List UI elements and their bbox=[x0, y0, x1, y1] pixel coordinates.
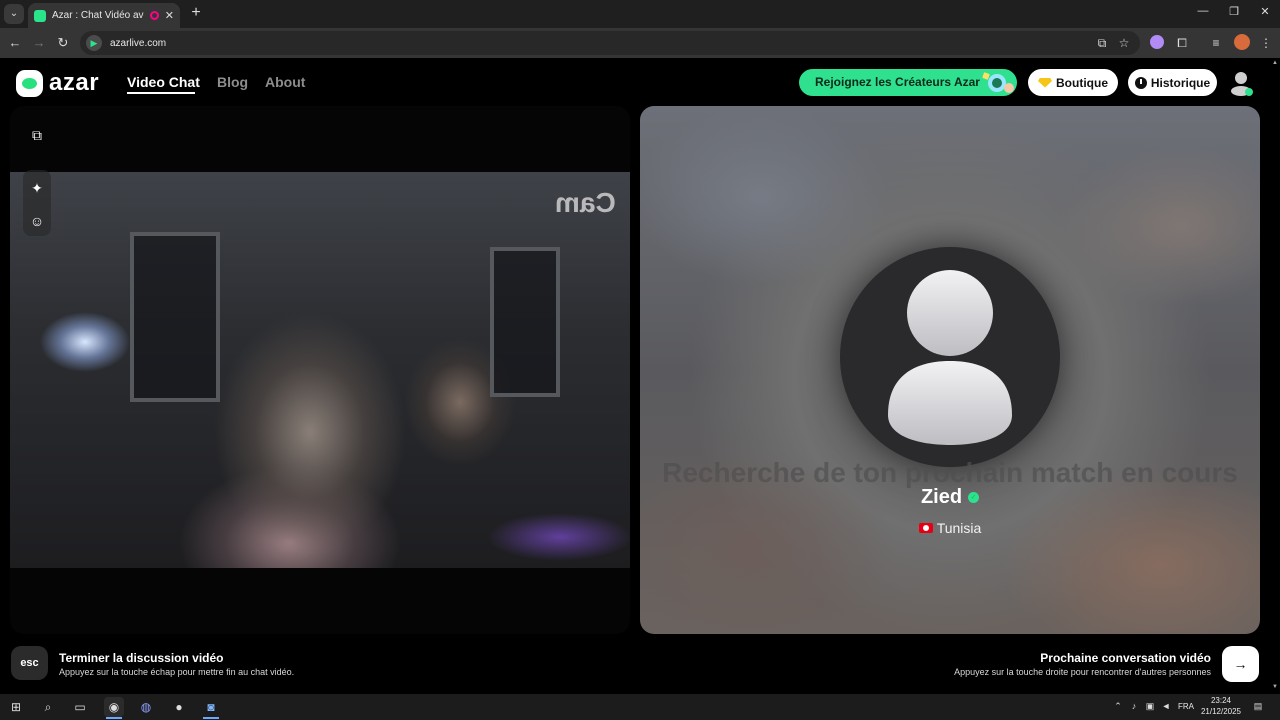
browser-toolbar: ← → ↻ ▶ azarlive.com ⧉ ☆ ⧠ ≡ ⋮ bbox=[0, 28, 1280, 58]
face-filter-icon[interactable]: ☺ bbox=[26, 210, 48, 232]
forward-button[interactable]: → bbox=[30, 34, 48, 52]
historique-label: Historique bbox=[1150, 75, 1211, 90]
extensions-puzzle-icon[interactable]: ⧠ bbox=[1174, 35, 1190, 51]
browser-tab-strip: ⌄ Azar : Chat Vidéo avec de n ✕ + — ❐ ✕ bbox=[0, 0, 1280, 28]
creators-decoration-icon bbox=[982, 72, 1014, 93]
tab-search-button[interactable]: ⌄ bbox=[4, 4, 24, 24]
address-bar[interactable]: ▶ azarlive.com bbox=[80, 31, 1140, 55]
microphone-icon[interactable]: ♪ bbox=[1128, 700, 1140, 712]
clock-time[interactable]: 23:24 bbox=[1198, 696, 1244, 705]
search-icon[interactable]: ⌕ bbox=[38, 697, 58, 717]
next-chat-arrow-button[interactable]: → bbox=[1222, 646, 1259, 682]
local-camera-feed: Cam bbox=[10, 172, 630, 568]
boutique-label: Boutique bbox=[1056, 75, 1108, 90]
browser-menu-icon[interactable]: ⋮ bbox=[1258, 35, 1274, 51]
browser-tab[interactable]: Azar : Chat Vidéo avec de n ✕ bbox=[28, 3, 180, 28]
scroll-down-icon[interactable]: ▼ bbox=[1272, 684, 1278, 690]
sparkle-effects-icon[interactable]: ✦ bbox=[26, 177, 48, 199]
remote-video-panel: Recherche de ton prochain match en cours… bbox=[640, 106, 1260, 634]
match-avatar bbox=[840, 247, 1060, 467]
reading-list-icon[interactable]: ≡ bbox=[1208, 35, 1224, 51]
page-scrollbar[interactable] bbox=[1270, 58, 1280, 694]
windows-start-icon[interactable]: ⊞ bbox=[6, 697, 26, 717]
azar-logo[interactable]: azar bbox=[16, 69, 99, 97]
task-view-icon[interactable]: ▭ bbox=[70, 697, 90, 717]
new-tab-button[interactable]: + bbox=[188, 4, 204, 22]
tray-overflow-icon[interactable]: ⌃ bbox=[1112, 700, 1124, 712]
azar-favicon-icon bbox=[34, 9, 46, 22]
chrome-taskbar-icon[interactable]: ◉ bbox=[104, 697, 124, 717]
end-chat-subtitle: Appuyez sur la touche échap pour mettre … bbox=[59, 667, 295, 677]
match-name-row: Zied ✓ bbox=[640, 486, 1260, 509]
browser-profile-avatar[interactable] bbox=[1234, 34, 1250, 50]
match-country: Tunisia bbox=[936, 520, 982, 536]
tab-close-icon[interactable]: ✕ bbox=[165, 9, 174, 22]
tunisia-flag-icon bbox=[918, 523, 933, 533]
language-indicator[interactable]: FRA bbox=[1176, 702, 1196, 711]
discord-taskbar-icon[interactable]: ◍ bbox=[136, 697, 156, 717]
back-button[interactable]: ← bbox=[6, 34, 24, 52]
end-chat-esc-button[interactable]: esc bbox=[11, 646, 48, 680]
room-window-decoration bbox=[490, 247, 560, 397]
tab-title: Azar : Chat Vidéo avec de n bbox=[52, 10, 144, 21]
end-chat-title: Terminer la discussion vidéo bbox=[59, 651, 224, 665]
clock-date[interactable]: 21/12/2025 bbox=[1198, 707, 1244, 716]
logo-text: azar bbox=[49, 69, 100, 96]
verified-badge-icon: ✓ bbox=[968, 492, 980, 503]
nav-active-underline bbox=[127, 92, 195, 94]
notifications-icon[interactable]: ▤ bbox=[1252, 700, 1264, 712]
next-chat-title: Prochaine conversation vidéo bbox=[1040, 651, 1211, 665]
user-profile-icon[interactable] bbox=[1229, 70, 1253, 96]
clock-icon bbox=[1134, 76, 1147, 89]
join-creators-label: Rejoignez les Créateurs Azar bbox=[815, 75, 980, 89]
app-taskbar-icon[interactable]: ◙ bbox=[201, 697, 221, 717]
window-close-button[interactable]: ✕ bbox=[1250, 5, 1280, 18]
obs-taskbar-icon[interactable]: ● bbox=[169, 697, 189, 717]
local-video-panel: ⧉ Cam ✦ ☺ bbox=[10, 106, 630, 634]
effects-toolbar: ✦ ☺ bbox=[23, 170, 51, 236]
minimize-button[interactable]: — bbox=[1188, 5, 1218, 17]
nav-blog[interactable]: Blog bbox=[217, 74, 248, 90]
nav-video-chat[interactable]: Video Chat bbox=[127, 74, 200, 90]
url-text: azarlive.com bbox=[110, 37, 167, 49]
extension-icon[interactable] bbox=[1150, 35, 1164, 49]
network-icon[interactable]: ▣ bbox=[1144, 700, 1156, 712]
camera-watermark: Cam bbox=[555, 187, 616, 218]
install-app-icon[interactable]: ⧉ bbox=[1094, 35, 1110, 51]
site-info-icon[interactable]: ▶ bbox=[86, 35, 102, 51]
restore-button[interactable]: ❐ bbox=[1219, 5, 1249, 18]
join-creators-button[interactable]: Rejoignez les Créateurs Azar bbox=[799, 69, 1017, 96]
recording-indicator-icon bbox=[149, 11, 159, 20]
next-chat-subtitle: Appuyez sur la touche droite pour rencon… bbox=[954, 667, 1211, 677]
match-country-row: Tunisia bbox=[640, 520, 1260, 536]
reload-button[interactable]: ↻ bbox=[54, 34, 72, 52]
keyboard-hints-bar: esc Terminer la discussion vidéo Appuyez… bbox=[0, 634, 1280, 694]
bookmark-star-icon[interactable]: ☆ bbox=[1116, 35, 1132, 51]
site-header: azar Video Chat Blog About Rejoignez les… bbox=[0, 58, 1280, 106]
active-app-indicator bbox=[106, 717, 122, 719]
azar-logo-mark-icon bbox=[16, 69, 43, 97]
volume-icon[interactable]: ◄ bbox=[1160, 700, 1172, 712]
historique-button[interactable]: Historique bbox=[1128, 69, 1217, 96]
room-window-decoration bbox=[130, 232, 220, 402]
minimize-video-icon[interactable]: ⧉ bbox=[26, 124, 48, 146]
gem-icon bbox=[1038, 77, 1052, 88]
boutique-button[interactable]: Boutique bbox=[1028, 69, 1118, 96]
active-app-indicator bbox=[203, 717, 219, 719]
default-user-avatar-icon bbox=[888, 270, 1012, 445]
windows-taskbar: ⊞ ⌕ ▭ ◉ ◍ ● ◙ ⌃ ♪ ▣ ◄ FRA 23:24 21/12/20… bbox=[0, 694, 1280, 720]
nav-about[interactable]: About bbox=[265, 74, 305, 90]
match-name: Zied bbox=[920, 486, 963, 508]
scroll-up-icon[interactable]: ▲ bbox=[1272, 60, 1278, 66]
